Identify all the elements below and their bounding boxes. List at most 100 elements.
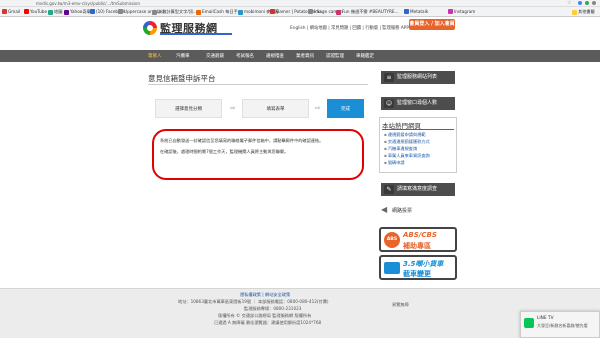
bookmarks-bar: Gmail YouTube 地圖 Yahoo奇摩 (10) Facebook Upperc… xyxy=(0,7,600,17)
hot-page-link[interactable]: 車駕人員來車資訊查詢 xyxy=(384,152,430,159)
bookmark-label: Yahoo奇摩 xyxy=(70,9,91,14)
nav-item[interactable]: 認證監理 xyxy=(326,53,344,59)
step-complete: 完成 xyxy=(327,99,364,118)
bookmark-favicon-icon xyxy=(404,9,409,14)
sidebar-link-label: 請填寫滿意度調查 xyxy=(397,186,438,192)
url-text[interactable]: mvdis.gov.tw/m3-emv-c/sys/public/.../tmS… xyxy=(36,1,140,6)
abs-icon: ABS xyxy=(384,232,400,248)
sidebar-link-label: 監理服務網站列表 xyxy=(397,74,438,80)
bookmark-item[interactable]: 地圖 xyxy=(48,9,62,15)
main-nav: 電駕人 汽機車 交通罰鍰 考試報名 違規稽查 業者資訊 認證監理 車籍鑑定 xyxy=(0,50,600,62)
hot-page-link[interactable]: 號碼申請 xyxy=(384,159,430,166)
bookmark-item[interactable]: Gmail xyxy=(2,9,20,14)
hot-page-link[interactable]: 汽機車違規查詢 xyxy=(384,145,430,152)
online-vote-link[interactable]: 網路投票 xyxy=(392,207,412,214)
nav-item[interactable]: 車籍鑑定 xyxy=(356,53,374,59)
sidebar-link-site-list[interactable]: ≡ 監理服務網站列表 xyxy=(381,71,455,84)
bookmark-item[interactable]: Fun 幾週不需 #BEAUTYRE... xyxy=(336,9,399,15)
site-logo[interactable]: 監理服務網 xyxy=(143,20,233,38)
bookmark-label: Metatalk xyxy=(410,9,429,14)
bookmark-item[interactable]: EmailCash 每日手... xyxy=(196,9,242,15)
step-fill-form: 填寫表單 xyxy=(242,99,309,118)
bookmark-label: Instagram xyxy=(454,9,476,14)
bookmark-item[interactable]: YouTube xyxy=(24,9,47,14)
bookmark-favicon-icon xyxy=(2,9,7,14)
footer-copyright: 版權所有 © 交通部公路總局 監理服務網 版權所有 xyxy=(218,313,312,318)
bookmark-star-icon[interactable]: ☆ xyxy=(567,0,571,6)
member-login-button[interactable]: 會員登入 / 加入會員 xyxy=(409,19,455,30)
browser-address-bar[interactable]: mvdis.gov.tw/m3-emv-c/sys/public/.../tmS… xyxy=(0,0,600,7)
bookmark-label: Gmail xyxy=(8,9,21,14)
bookmark-favicon-icon xyxy=(196,9,201,15)
megaphone-icon: ◀ xyxy=(381,205,388,214)
nav-item[interactable]: 交通罰鍰 xyxy=(206,53,224,59)
accessibility-badge[interactable]: 易覽無障 xyxy=(392,302,409,308)
menu-icon[interactable] xyxy=(592,1,596,5)
confirmation-message: 系統已自動發送一封確認信至您填寫的聯絡電子郵件信箱中，請點擊郵件中的確認連結。 … xyxy=(152,129,364,180)
bookmark-label: YouTube xyxy=(30,9,48,14)
message-paragraph: 在確認後，處理時間約需7個工作天，監理機關人員將主動與您聯繫。 xyxy=(160,148,289,154)
extension-icon[interactable] xyxy=(585,1,589,5)
bookmark-favicon-icon xyxy=(64,9,69,15)
nav-item[interactable]: 電駕人 xyxy=(148,53,162,59)
bookmark-favicon-icon xyxy=(118,9,123,14)
line-app-icon xyxy=(524,318,534,328)
bookmark-favicon-icon xyxy=(48,9,53,15)
step-arrow-icon: ⇨ xyxy=(230,104,236,112)
bookmark-item[interactable]: Instagram xyxy=(448,9,475,14)
hot-page-link[interactable]: 交通違規罰鍰匯款方式 xyxy=(384,138,430,145)
nav-item[interactable]: 業者資訊 xyxy=(296,53,314,59)
sidebar-link-counter[interactable]: ☺ 監理窗口尋個人數 xyxy=(381,97,455,110)
bookmark-label: 其他書籤 xyxy=(578,9,595,14)
survey-icon: ✎ xyxy=(384,185,394,194)
bookmark-item[interactable]: Metatalk xyxy=(404,9,428,14)
toast-text: 大發豆/新劇名新喜劇/搶先看 xyxy=(537,323,588,328)
notification-toast[interactable]: LINE TV 大發豆/新劇名新喜劇/搶先看 xyxy=(520,311,600,338)
list-icon: ≡ xyxy=(384,73,394,82)
sidebar-link-label: 監理窗口尋個人數 xyxy=(397,100,438,106)
page-title: 意見信箱暨申訴平台 xyxy=(148,74,216,83)
banner-subtitle: 補助專區 xyxy=(403,242,431,250)
bookmark-favicon-icon xyxy=(336,9,341,15)
bookmark-label: 計數計算型文字/訊... xyxy=(158,9,197,14)
footer-policy-links[interactable]: 隱私權政策 | 網站安全政策 xyxy=(240,292,290,298)
bookmark-favicon-icon xyxy=(90,9,95,14)
bookmark-favicon-icon xyxy=(270,9,275,14)
hot-pages-divider xyxy=(382,129,454,130)
bookmark-label: EmailCash 每日手... xyxy=(202,9,242,14)
bookmark-item[interactable]: 計數計算型文字/訊... xyxy=(152,9,197,15)
bookmark-item[interactable]: 其他書籤 xyxy=(572,9,595,15)
banner-title: ABS/CBS xyxy=(403,231,437,239)
footer-address: 地址：10863臺北市萬華區東園街19號 ｜ 本部服務電話：0800-080-4… xyxy=(178,299,329,304)
logo-emblem-icon xyxy=(143,21,157,35)
banner-subtitle: 截車變更 xyxy=(403,270,431,278)
nav-item[interactable]: 違規稽查 xyxy=(266,53,284,59)
step-arrow-icon: ⇨ xyxy=(315,104,321,112)
bookmark-favicon-icon xyxy=(152,9,157,15)
title-divider xyxy=(148,84,368,85)
nav-item[interactable]: 考試報名 xyxy=(236,53,254,59)
hot-pages-list: 違規罰鍰申請與規範 交通違規罰鍰匯款方式 汽機車違規查詢 車駕人員來車資訊查詢 … xyxy=(384,131,430,166)
site-footer: 隱私權政策 | 網站安全政策 地址：10863臺北市萬華區東園街19號 ｜ 本部… xyxy=(0,288,600,338)
bookmark-favicon-icon xyxy=(448,9,453,14)
truck-banner[interactable]: 3.5噸小貨車 截車變更 xyxy=(379,255,457,280)
footer-accessibility: 已通過 A 無障礙 最佳瀏覽器：建議使用解析度1024*768 xyxy=(214,320,322,325)
sidebar-link-survey[interactable]: ✎ 請填寫滿意度調查 xyxy=(381,183,455,196)
person-icon: ☺ xyxy=(384,99,394,108)
banner-title: 3.5噸小貨車 xyxy=(403,260,444,268)
footer-hotline: 監理服務專線：0800-231023 xyxy=(244,306,302,311)
bookmark-item[interactable]: Yahoo奇摩 xyxy=(64,9,91,15)
bookmark-favicon-icon xyxy=(238,9,243,15)
hot-pages-box: 本站熱門網頁 違規罰鍰申請與規範 交通違規罰鍰匯款方式 汽機車違規查詢 車駕人員… xyxy=(379,117,457,173)
bookmark-label: 地圖 xyxy=(54,9,63,14)
bookmark-label: Fun 幾週不需 #BEAUTYRE... xyxy=(342,9,399,14)
nav-item[interactable]: 汽機車 xyxy=(176,53,190,59)
bookmark-favicon-icon xyxy=(572,9,577,15)
hot-page-link[interactable]: 違規罰鍰申請與規範 xyxy=(384,131,430,138)
abs-cbs-banner[interactable]: ABS ABS/CBS 補助專區 xyxy=(379,227,457,252)
utility-links[interactable]: English | 網站地圖 | 常見問題 | 回饋 | 行動版 | 監理服務 … xyxy=(290,25,409,31)
extension-icon[interactable] xyxy=(578,1,582,5)
message-paragraph: 系統已自動發送一封確認信至您填寫的聯絡電子郵件信箱中，請點擊郵件中的確認連結。 xyxy=(160,138,324,143)
step-select-category: 選擇意見分類 xyxy=(155,99,222,118)
bookmark-favicon-icon xyxy=(308,9,313,14)
